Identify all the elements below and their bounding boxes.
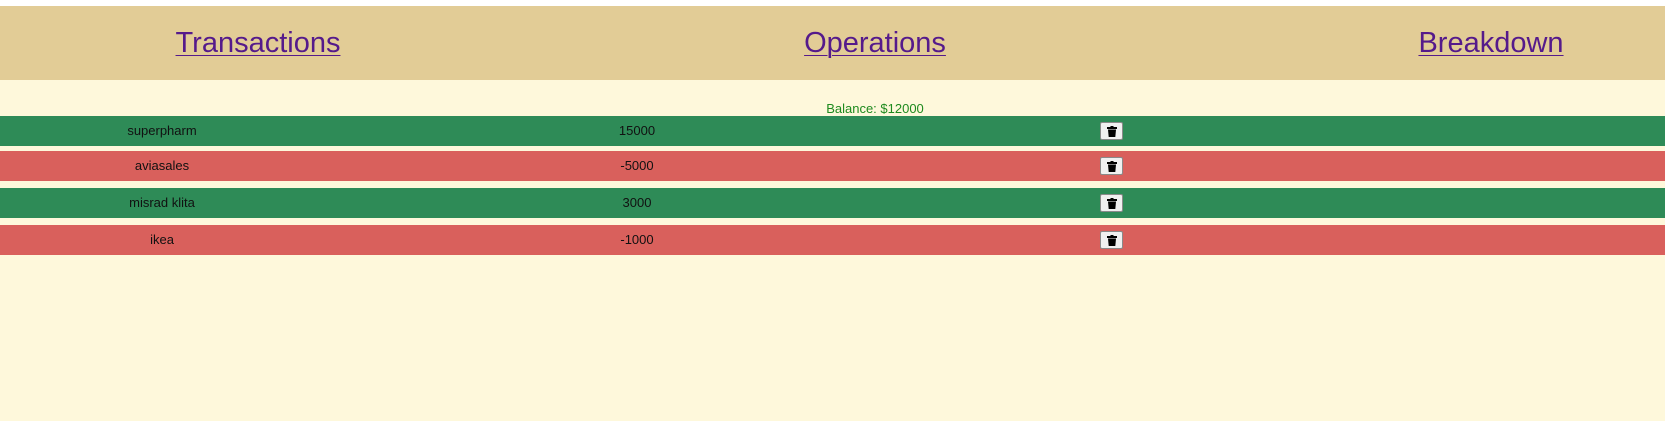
transaction-row: superpharm 15000	[0, 116, 1665, 146]
transaction-vendor: superpharm	[127, 123, 197, 138]
navbar: Transactions Operations Breakdown	[0, 6, 1665, 80]
delete-transaction-button[interactable]	[1100, 194, 1123, 212]
transaction-amount: -1000	[620, 232, 654, 247]
transaction-vendor: misrad klita	[129, 195, 195, 210]
page-background: Transactions Operations Breakdown Balanc…	[0, 6, 1665, 421]
transaction-amount: 15000	[618, 123, 656, 138]
transaction-row: misrad klita 3000	[0, 188, 1665, 218]
nav-link-breakdown[interactable]: Breakdown	[1418, 26, 1563, 60]
transaction-vendor: ikea	[150, 232, 174, 247]
balance-text: Balance: $12000	[826, 101, 924, 116]
transaction-amount: 3000	[622, 195, 652, 210]
delete-transaction-button[interactable]	[1100, 231, 1123, 249]
delete-transaction-button[interactable]	[1100, 122, 1123, 140]
transaction-row: aviasales -5000	[0, 151, 1665, 181]
nav-link-transactions[interactable]: Transactions	[176, 26, 341, 60]
trash-icon	[1106, 197, 1117, 209]
trash-icon	[1106, 125, 1117, 137]
transaction-vendor: aviasales	[134, 158, 190, 173]
transaction-row: ikea -1000	[0, 225, 1665, 255]
trash-icon	[1106, 234, 1117, 246]
nav-link-operations[interactable]: Operations	[804, 26, 946, 60]
delete-transaction-button[interactable]	[1100, 157, 1123, 175]
transaction-amount: -5000	[620, 158, 654, 173]
trash-icon	[1106, 160, 1117, 172]
